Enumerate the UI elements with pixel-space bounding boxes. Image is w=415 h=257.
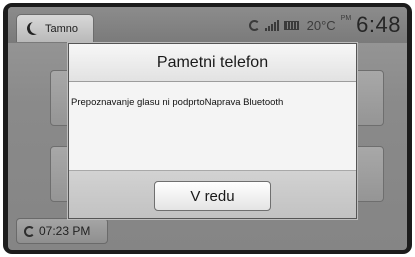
status-indicators: 20°C PM 6:48 [248, 12, 401, 38]
moon-icon [25, 20, 42, 37]
clock-icon [24, 225, 35, 237]
dialog-header: Pametni telefon [69, 44, 356, 82]
mode-label: Tamno [45, 22, 79, 35]
clock: 6:48 [356, 12, 401, 37]
dialog-title: Pametni telefon [156, 53, 269, 71]
gps-icon [248, 19, 260, 31]
battery-icon [283, 20, 299, 30]
temperature-readout: 20°C [306, 17, 336, 33]
status-bar: Tamno 20°C PM 6:48 [8, 7, 407, 43]
bottom-time-button[interactable]: 07:23 PM [16, 218, 108, 244]
bottom-time: 07:23 PM [39, 224, 91, 238]
dialog-footer: V redu [69, 170, 356, 218]
smartphone-dialog: Pametni telefon Prepoznavanje glasu ni p… [68, 43, 357, 219]
dialog-message: Prepoznavanje glasu ni podprtoNaprava Bl… [71, 97, 284, 108]
day-night-mode-tab[interactable]: Tamno [16, 14, 94, 42]
ampm-indicator: PM [340, 15, 352, 22]
signal-icon [264, 19, 279, 31]
ok-button[interactable]: V redu [154, 181, 271, 211]
